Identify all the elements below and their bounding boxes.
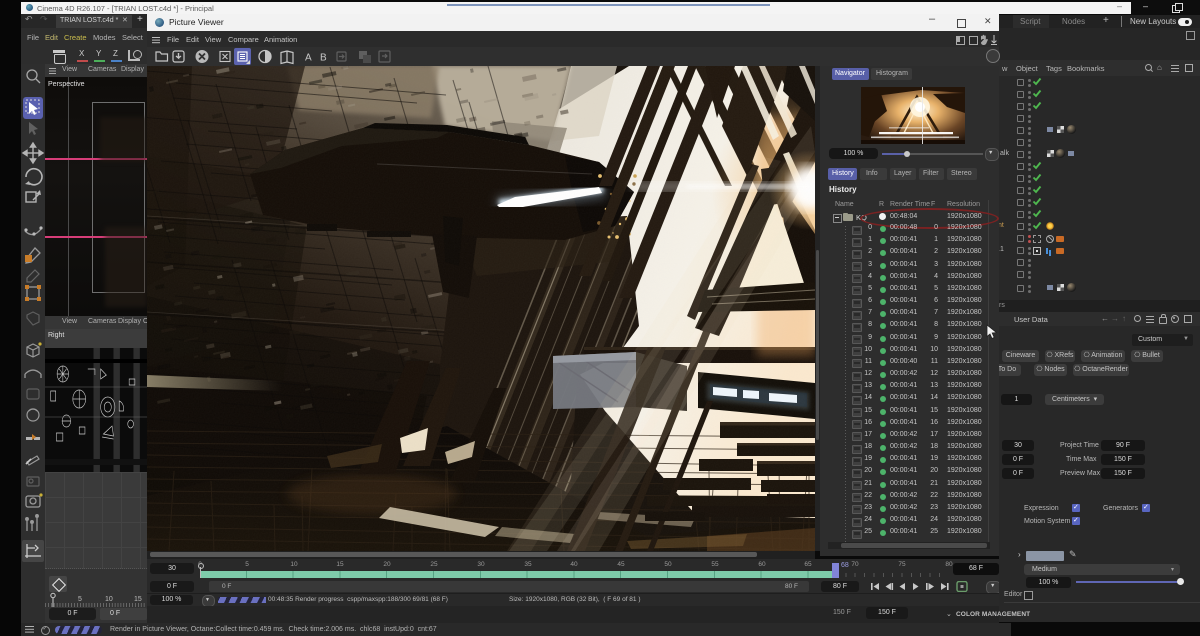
svg-text:5: 5 (78, 596, 82, 603)
svg-text:15: 15 (134, 596, 142, 603)
svg-text:A: A (305, 53, 312, 64)
svg-text:B: B (320, 53, 327, 64)
svg-text:10: 10 (105, 596, 113, 603)
